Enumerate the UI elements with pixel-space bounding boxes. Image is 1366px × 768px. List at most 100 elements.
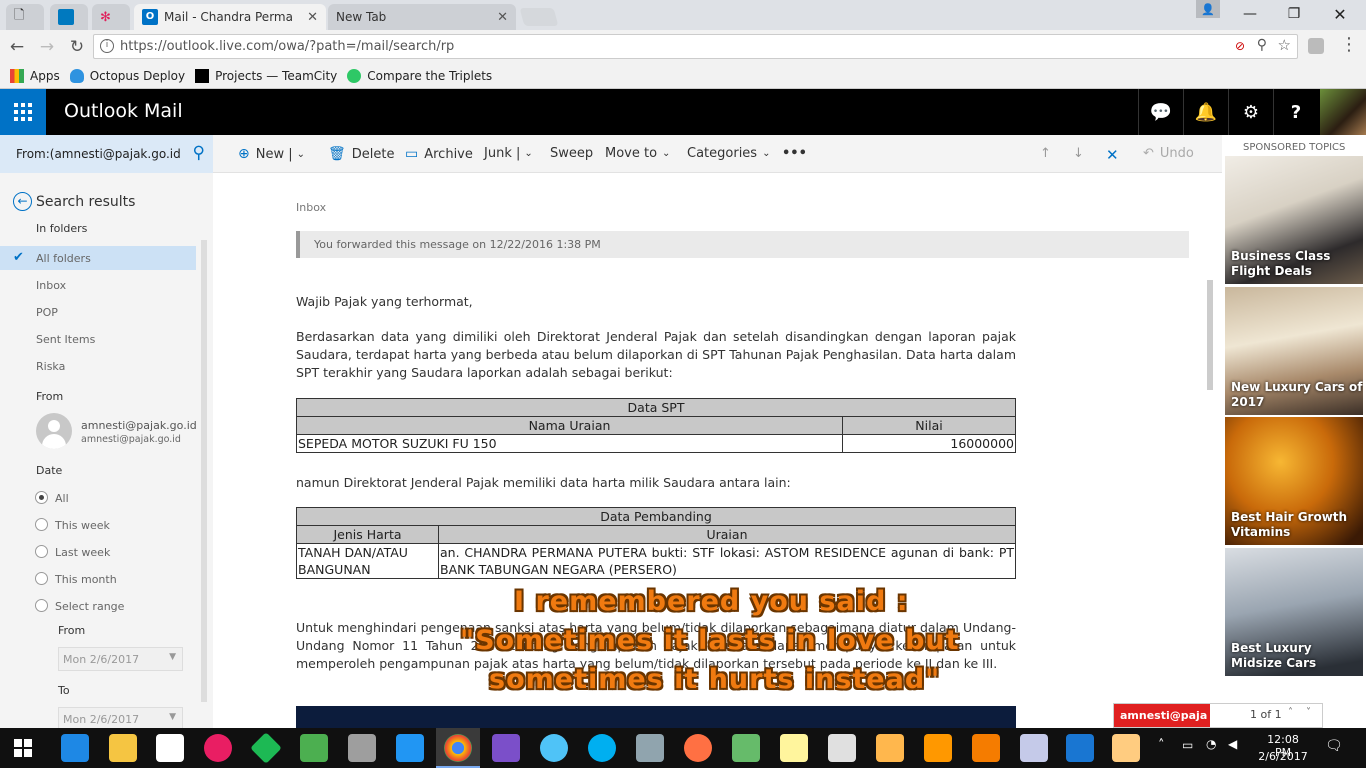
ad-tile-hair-vitamins[interactable]: Best Hair Growth Vitamins xyxy=(1225,417,1363,545)
undo-button[interactable]: ↶ Undo xyxy=(1143,146,1194,161)
action-center-icon[interactable]: 🗨 xyxy=(1325,738,1343,754)
skype-icon[interactable] xyxy=(588,734,616,762)
vscode-icon[interactable] xyxy=(396,734,424,762)
upload-icon[interactable] xyxy=(1066,734,1094,762)
oo-app-icon[interactable] xyxy=(204,734,232,762)
date-last-week-label[interactable]: Last week xyxy=(55,546,110,559)
chevron-down-icon[interactable]: ⌄ xyxy=(524,148,532,159)
new-button[interactable]: ⊕ New | ⌄ xyxy=(238,146,305,162)
forward-icon[interactable]: → xyxy=(34,34,60,60)
sender-name[interactable]: amnesti@pajak.go.id xyxy=(81,419,197,432)
app-icon[interactable] xyxy=(300,734,328,762)
ad-tile-midsize-cars[interactable]: Best Luxury Midsize Cars xyxy=(1225,548,1363,676)
categories-button[interactable]: Categories ⌄ xyxy=(687,146,770,161)
profile-icon[interactable]: 👤 xyxy=(1196,0,1220,18)
blocked-icon[interactable]: ⊘ xyxy=(1235,39,1245,53)
chat-down-icon[interactable]: ˅ xyxy=(1306,707,1311,718)
zoom-icon[interactable]: ⚲ xyxy=(1257,37,1267,53)
back-icon[interactable]: ← xyxy=(4,34,30,60)
new-tab-button[interactable] xyxy=(519,8,559,26)
minimize-icon[interactable]: — xyxy=(1228,0,1272,28)
skype-chat-icon[interactable]: 💬 xyxy=(1138,89,1183,135)
reload-icon[interactable]: ↻ xyxy=(64,34,90,60)
close-window-icon[interactable]: ✕ xyxy=(1318,0,1362,28)
pinned-tab-page[interactable]: 🗋 xyxy=(6,4,44,30)
date-this-month-radio[interactable] xyxy=(35,572,48,585)
info-icon[interactable]: i xyxy=(100,39,114,53)
tab-outlook-mail[interactable]: O Mail - Chandra Permana ✕ xyxy=(134,4,326,30)
folder-all-selected[interactable] xyxy=(0,246,196,270)
wifi-icon[interactable]: ◔ xyxy=(1206,737,1216,751)
windows-start-icon[interactable] xyxy=(14,739,32,757)
folder-pop[interactable]: POP xyxy=(36,306,58,319)
up-arrow-icon[interactable]: ↑ xyxy=(1040,146,1051,161)
restore-icon[interactable]: ❐ xyxy=(1272,0,1316,28)
reading-scrollbar[interactable] xyxy=(1207,280,1213,390)
more-actions-button[interactable]: ••• xyxy=(782,146,807,161)
files-icon[interactable] xyxy=(1020,734,1048,762)
move-to-button[interactable]: Move to ⌄ xyxy=(605,146,670,161)
settings-gear-icon[interactable]: ⚙ xyxy=(1228,89,1273,135)
archive-button[interactable]: ▭ Archive xyxy=(405,146,473,162)
app-icon-2[interactable] xyxy=(732,734,760,762)
bookmark-teamcity[interactable]: Projects — TeamCity xyxy=(195,68,337,83)
folder-all[interactable]: All folders xyxy=(36,252,91,265)
ad-tile-flight[interactable]: Business Class Flight Deals xyxy=(1225,156,1363,284)
notifications-bell-icon[interactable]: 🔔 xyxy=(1183,89,1228,135)
date-select-range-label[interactable]: Select range xyxy=(55,600,124,613)
tray-chevron-icon[interactable]: ˄ xyxy=(1158,738,1165,753)
close-reading-icon[interactable]: ✕ xyxy=(1106,146,1119,164)
battery-icon[interactable]: ▭ xyxy=(1182,738,1193,752)
close-tab-icon[interactable]: ✕ xyxy=(497,10,508,25)
extension-icon[interactable] xyxy=(1308,38,1324,54)
clock-date[interactable]: 2/6/2017 xyxy=(1258,750,1308,763)
junk-button[interactable]: Junk | ⌄ xyxy=(484,146,533,161)
folder-riska[interactable]: Riska xyxy=(36,360,65,373)
app-launcher-icon[interactable] xyxy=(0,89,46,135)
pinned-tab-trello[interactable] xyxy=(50,4,88,30)
store-icon[interactable] xyxy=(156,734,184,762)
chat-contact[interactable]: amnesti@paja xyxy=(1114,704,1210,727)
paint-icon-2[interactable] xyxy=(1112,734,1140,762)
down-arrow-icon[interactable]: ↓ xyxy=(1073,146,1084,161)
back-arrow-icon[interactable]: ← xyxy=(13,192,32,211)
avatar[interactable] xyxy=(1320,89,1366,135)
folder-sent-items[interactable]: Sent Items xyxy=(36,333,95,346)
search-input[interactable]: From:(amnesti@pajak.go.id ⚲ xyxy=(0,135,213,173)
folder-inbox[interactable]: Inbox xyxy=(36,279,66,292)
bookmark-hackerrank[interactable]: Compare the Triplets xyxy=(347,68,492,83)
left-scrollbar[interactable] xyxy=(201,240,207,702)
pinned-tab-slack[interactable]: ✻ xyxy=(92,4,130,30)
help-icon[interactable]: ? xyxy=(1273,89,1318,135)
edge-icon[interactable] xyxy=(61,734,89,762)
tab-new-tab[interactable]: New Tab ✕ xyxy=(328,4,516,30)
firefox-icon[interactable] xyxy=(684,734,712,762)
document-icon[interactable] xyxy=(828,734,856,762)
date-this-week-label[interactable]: This week xyxy=(55,519,110,532)
sweep-button[interactable]: Sweep xyxy=(550,146,593,161)
menu-icon[interactable]: ⋮ xyxy=(1340,34,1358,55)
bookmark-octopus[interactable]: Octopus Deploy xyxy=(69,68,185,83)
chart-app-icon[interactable] xyxy=(780,734,808,762)
volume-icon[interactable]: ◀ xyxy=(1228,737,1237,751)
star-icon[interactable]: ☆ xyxy=(1278,36,1291,54)
paint-icon[interactable] xyxy=(876,734,904,762)
date-this-week-radio[interactable] xyxy=(35,518,48,531)
visual-studio-icon[interactable] xyxy=(492,734,520,762)
url-input[interactable]: i https://outlook.live.com/owa/?path=/ma… xyxy=(93,34,1298,59)
bookmark-apps[interactable]: Apps xyxy=(10,68,60,83)
tools-icon[interactable] xyxy=(348,734,376,762)
ad-tile-luxury-cars[interactable]: New Luxury Cars of 2017 xyxy=(1225,287,1363,415)
music-icon[interactable] xyxy=(972,734,1000,762)
media-icon[interactable] xyxy=(924,734,952,762)
chat-up-icon[interactable]: ˄ xyxy=(1288,707,1293,718)
delete-button[interactable]: 🗑 Delete xyxy=(328,146,395,162)
date-select-range-radio[interactable] xyxy=(35,599,48,612)
file-explorer-icon[interactable] xyxy=(109,734,137,762)
close-tab-icon[interactable]: ✕ xyxy=(307,10,318,25)
date-all-radio[interactable] xyxy=(35,491,48,504)
chevron-down-icon[interactable]: ⌄ xyxy=(297,149,305,160)
search-icon[interactable]: ⚲ xyxy=(193,143,205,163)
date-this-month-label[interactable]: This month xyxy=(55,573,117,586)
date-last-week-radio[interactable] xyxy=(35,545,48,558)
